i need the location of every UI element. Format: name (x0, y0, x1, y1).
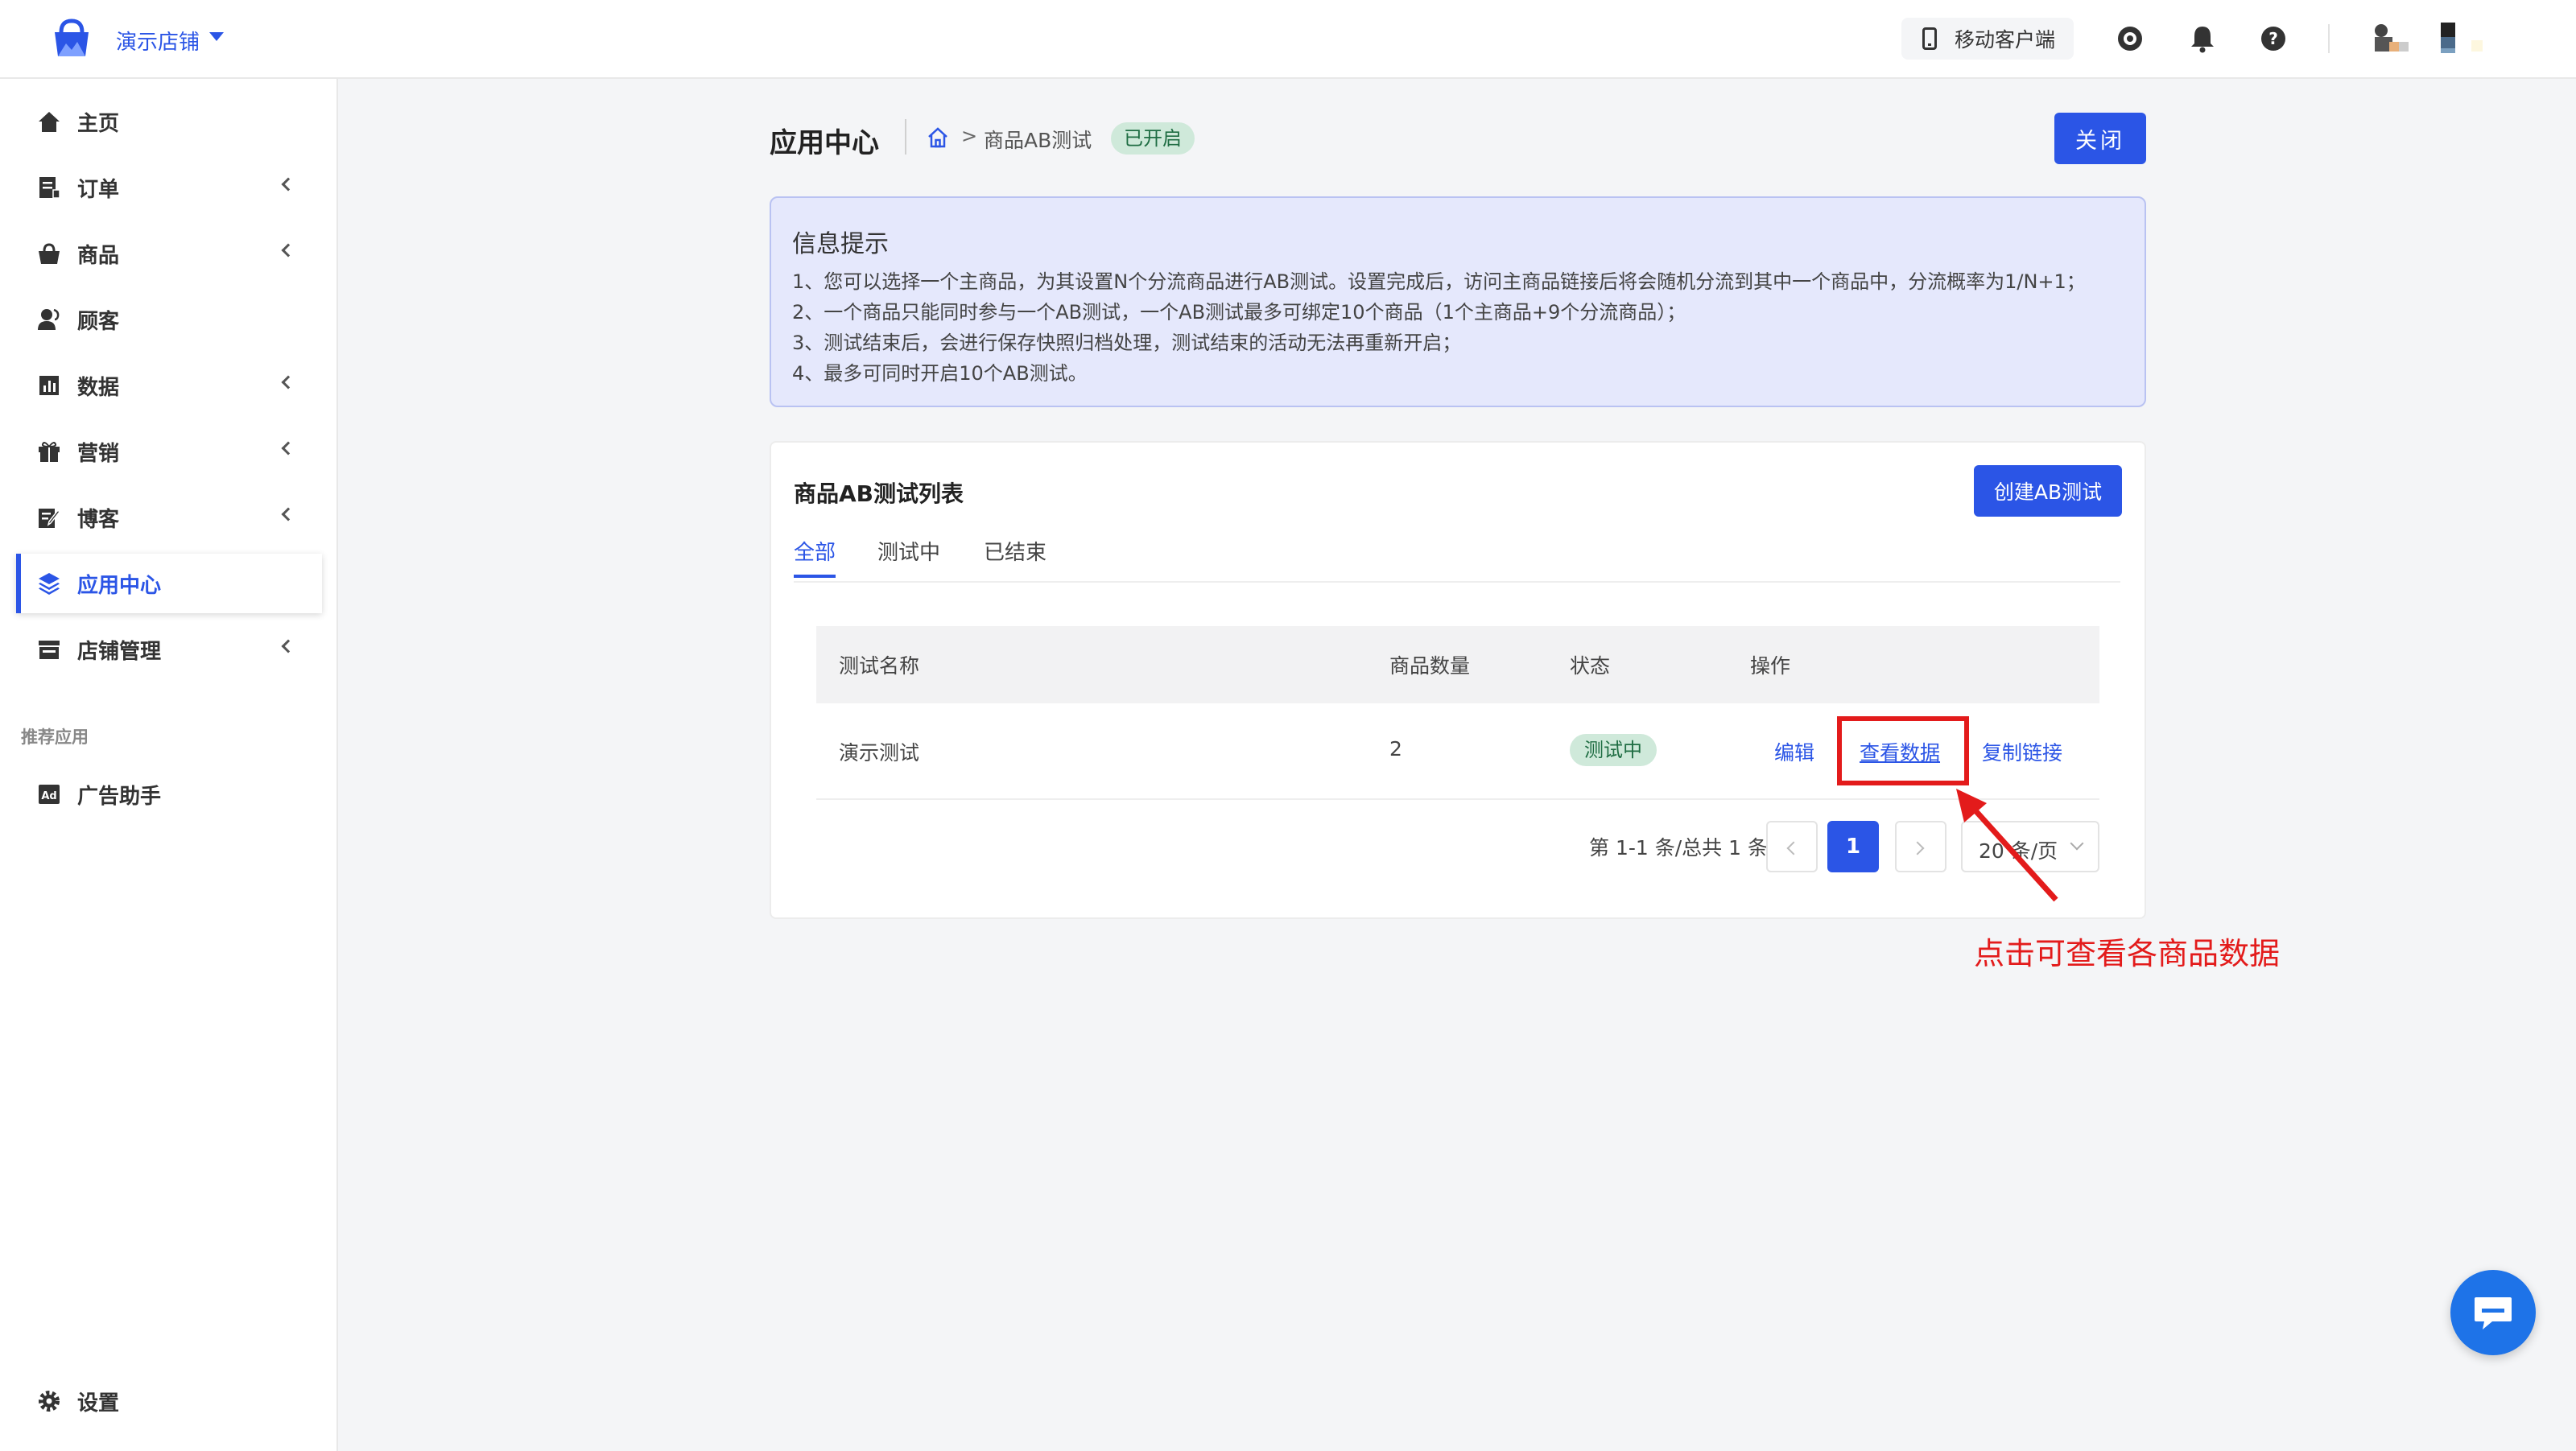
svg-text:Ad: Ad (41, 790, 56, 802)
info-line: 1、您可以选择一个主商品，为其设置N个分流商品进行AB测试。设置完成后，访问主商… (792, 270, 2086, 293)
column-header-status: 状态 (1570, 654, 1611, 678)
sidebar-item-label: 数据 (77, 375, 120, 400)
breadcrumb-current: 商品AB测试 (984, 129, 1092, 152)
gift-icon (39, 442, 60, 462)
basket-icon (39, 243, 60, 264)
sidebar-item-label: 应用中心 (77, 573, 162, 598)
store-icon (39, 641, 60, 659)
ad-icon: Ad (39, 785, 60, 804)
sidebar-item-marketing[interactable]: 营销 (16, 422, 322, 481)
chevron-left-icon (281, 375, 295, 390)
sidebar-item-home[interactable]: 主页 (16, 92, 322, 151)
sidebar-item-label: 博客 (77, 507, 120, 532)
tab-divider (794, 581, 2120, 583)
chevron-left-icon (281, 177, 295, 192)
status-badge: 已开启 (1111, 122, 1195, 155)
order-icon (39, 177, 60, 199)
chat-icon (2475, 1297, 2512, 1329)
sidebar-item-label: 商品 (77, 243, 120, 268)
copy-link-link[interactable]: 复制链接 (1982, 737, 2062, 766)
gear-icon (39, 1391, 60, 1412)
edit-link[interactable]: 编辑 (1774, 737, 1814, 766)
tab-all[interactable]: 全部 (794, 536, 836, 566)
sidebar-item-data[interactable]: 数据 (16, 356, 322, 415)
chevron-right-icon (1910, 841, 1925, 855)
annotation-highlight-box (1837, 716, 1969, 785)
eye-icon[interactable] (2116, 24, 2145, 53)
recommended-apps-title: 推荐应用 (21, 728, 89, 747)
avatar[interactable] (2375, 21, 2496, 58)
active-tab-indicator (794, 575, 836, 578)
ab-test-list-card: 商品AB测试列表 创建AB测试 全部 测试中 已结束 测试名称 商品数量 状态 … (770, 441, 2146, 919)
sidebar-item-label: 广告助手 (77, 784, 162, 809)
info-line: 4、最多可同时开启10个AB测试。 (792, 362, 1088, 385)
sidebar-item-label: 营销 (77, 441, 120, 466)
sidebar-item-orders[interactable]: 订单 (16, 158, 322, 217)
list-title: 商品AB测试列表 (794, 480, 964, 507)
column-header-name: 测试名称 (839, 654, 920, 678)
home-breadcrumb-icon[interactable] (926, 126, 950, 150)
sidebar-item-products[interactable]: 商品 (16, 224, 322, 283)
sidebar-item-ad-assistant[interactable]: Ad 广告助手 (16, 765, 322, 824)
sidebar-item-customers[interactable]: 顾客 (16, 290, 322, 349)
edit-icon (39, 509, 61, 528)
next-page-button[interactable] (1895, 821, 1946, 872)
caret-down-icon[interactable] (209, 32, 224, 41)
users-icon (38, 308, 60, 330)
test-name-cell: 演示测试 (839, 741, 920, 765)
chart-icon (39, 376, 59, 395)
annotation-text: 点击可查看各商品数据 (1974, 936, 2281, 971)
pagination-total: 第 1-1 条/总共 1 条 (1589, 836, 1768, 859)
column-header-actions: 操作 (1750, 654, 1791, 678)
chevron-left-icon (281, 507, 295, 521)
info-title: 信息提示 (792, 230, 889, 258)
info-panel: 信息提示 1、您可以选择一个主商品，为其设置N个分流商品进行AB测试。设置完成后… (770, 196, 2146, 407)
mobile-client-label: 移动客户端 (1955, 28, 2056, 52)
info-line: 2、一个商品只能同时参与一个AB测试，一个AB测试最多可绑定10个商品（1个主商… (792, 301, 1686, 324)
chevron-left-icon (281, 441, 295, 455)
sidebar-item-label: 顾客 (77, 309, 120, 334)
sidebar-item-label: 设置 (77, 1391, 120, 1416)
sidebar-item-blog[interactable]: 博客 (16, 488, 322, 547)
sidebar-item-label: 店铺管理 (77, 639, 162, 664)
chevron-left-icon (1786, 841, 1801, 855)
info-line: 3、测试结束后，会进行保存快照归档处理，测试结束的活动无法再重新开启； (792, 332, 1462, 354)
prev-page-button[interactable] (1766, 821, 1818, 872)
help-icon[interactable]: ? (2259, 24, 2288, 53)
product-count-cell: 2 (1389, 737, 1402, 761)
chat-button[interactable] (2450, 1270, 2536, 1355)
svg-text:?: ? (2268, 29, 2278, 48)
table-header: 测试名称 商品数量 状态 操作 (816, 626, 2099, 703)
create-ab-test-button[interactable]: 创建AB测试 (1974, 465, 2122, 517)
title-divider (905, 119, 906, 155)
chevron-down-icon (2070, 836, 2084, 851)
breadcrumb-separator: > (961, 125, 978, 147)
chevron-left-icon (281, 243, 295, 258)
home-icon (39, 112, 60, 132)
mobile-client-button[interactable]: 移动客户端 (1901, 18, 2074, 60)
current-page[interactable]: 1 (1827, 821, 1879, 872)
header-divider (2328, 24, 2330, 53)
sidebar-item-label: 订单 (77, 177, 120, 202)
top-bar: 演示店铺 移动客户端 ? (0, 0, 2576, 79)
close-button[interactable]: 关闭 (2054, 113, 2146, 164)
sidebar-item-label: 主页 (77, 111, 120, 136)
sidebar: 主页 订单 商品 顾客 数据 营销 博客 应用中心 店铺管理 推荐应用 Ad 广… (0, 79, 338, 1451)
layers-icon (39, 573, 60, 595)
tab-testing[interactable]: 测试中 (877, 536, 940, 566)
page-title: 应用中心 (770, 127, 879, 159)
sidebar-item-store-management[interactable]: 店铺管理 (16, 620, 322, 679)
store-logo-icon[interactable] (52, 18, 92, 60)
tab-ended[interactable]: 已结束 (984, 536, 1046, 566)
column-header-count: 商品数量 (1389, 654, 1471, 678)
chevron-left-icon (281, 639, 295, 653)
sidebar-item-settings[interactable]: 设置 (16, 1371, 322, 1431)
store-switcher[interactable]: 演示店铺 (116, 26, 200, 56)
sidebar-item-app-center[interactable]: 应用中心 (16, 554, 322, 613)
annotation-arrow-icon (1956, 789, 2058, 902)
bell-icon[interactable] (2188, 24, 2217, 53)
phone-icon (1922, 27, 1937, 50)
test-status-badge: 测试中 (1570, 734, 1657, 766)
